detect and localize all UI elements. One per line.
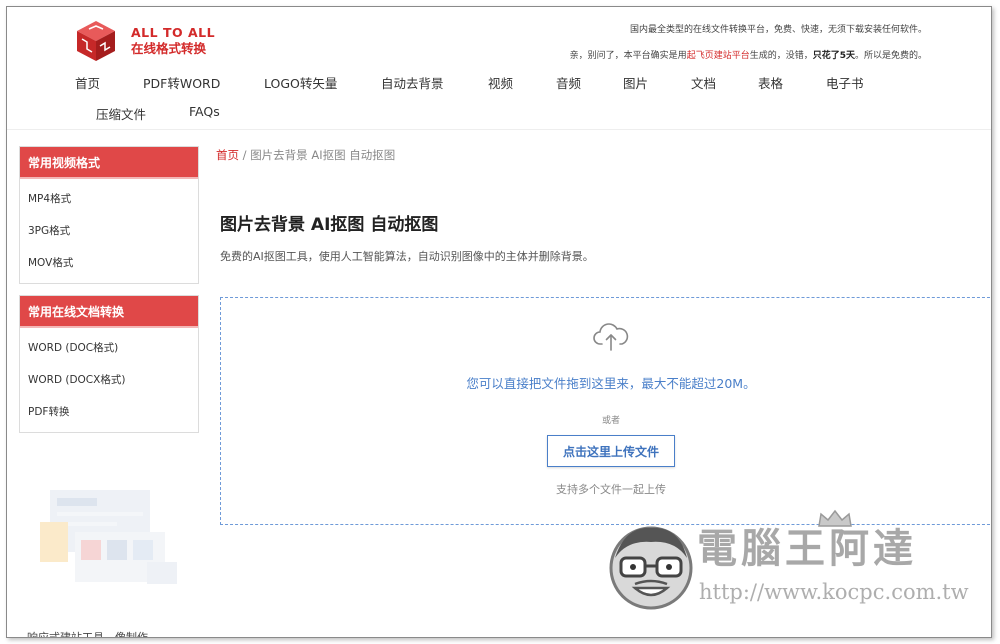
sidebar-item-mp4[interactable]: MP4格式 [20,183,198,215]
upload-file-button[interactable]: 点击这里上传文件 [547,435,675,467]
site-logo[interactable]: ALL TO ALL 在线格式转换 [75,19,215,63]
nav-item-audio[interactable]: 音频 [556,73,581,92]
notice-bold: 只花了5天 [812,51,855,61]
nav-item-logo-vector[interactable]: LOGO转矢量 [264,73,337,92]
notice-suffix: 。所以是免费的。 [854,51,927,61]
sidebar-item-mov[interactable]: MOV格式 [20,247,198,279]
logo-title: ALL TO ALL [131,25,216,40]
logo-subtitle: 在线格式转换 [131,41,207,56]
breadcrumb-current: 图片去背景 AI抠图 自动抠图 [250,148,396,162]
breadcrumb-separator: / [239,148,251,162]
watermark: 電腦王阿達 http://www.kocpc.com.tw [605,509,975,620]
sidebar-item-word-docx[interactable]: WORD (DOCX格式) [20,364,198,396]
file-drop-zone[interactable]: 您可以直接把文件拖到这里来，最大不能超过20M。 或者 点击这里上传文件 支持多… [220,297,991,525]
sidebar-video-formats: 常用视频格式 MP4格式 3PG格式 MOV格式 [19,146,199,284]
watermark-url: http://www.kocpc.com.tw [699,580,969,604]
breadcrumb-home[interactable]: 首页 [216,148,239,162]
nav-item-document[interactable]: 文档 [691,73,716,92]
nav-item-ebook[interactable]: 电子书 [826,73,864,92]
mascot-face-icon [609,526,693,610]
site-builder-promo-image[interactable] [35,482,185,592]
sidebar-doc-title: 常用在线文档转换 [20,296,198,328]
sidebar-item-word-doc[interactable]: WORD (DOC格式) [20,332,198,364]
header-notice: 国内最全类型的在线文件转换平台，免费、快速，无须下载安装任何软件。 [629,25,927,35]
page-description: 免费的AI抠图工具，使用人工智能算法，自动识别图像中的主体并删除背景。 [220,250,594,263]
sidebar-bottom-text: 响应式建站工具，像制作 [27,631,148,638]
nav-item-pdf-to-word[interactable]: PDF转WORD [143,73,220,92]
nav-item-home[interactable]: 首页 [75,73,100,92]
page-title: 图片去背景 AI抠图 自动抠图 [220,215,439,235]
watermark-title: 電腦王阿達 [697,526,917,572]
notice-middle: 生成的，没错， [749,51,813,61]
sidebar-video-title: 常用视频格式 [20,147,198,179]
browser-frame: ALL TO ALL 在线格式转换 国内最全类型的在线文件转换平台，免费、快速，… [6,6,992,638]
multi-upload-hint: 支持多个文件一起上传 [556,483,666,496]
nav-item-compressed[interactable]: 压缩文件 [96,104,146,123]
nav-item-image[interactable]: 图片 [623,73,648,92]
nav-item-faqs[interactable]: FAQs [189,104,220,119]
sidebar-item-pdf[interactable]: PDF转换 [20,396,198,428]
breadcrumb: 首页 / 图片去背景 AI抠图 自动抠图 [216,147,395,163]
nav-item-video[interactable]: 视频 [488,73,513,92]
header-notice-secondary: 亲，别问了，本平台确实是用起飞页建站平台生成的，没错，只花了5天。所以是免费的。 [570,48,927,61]
nav-item-spreadsheet[interactable]: 表格 [758,73,783,92]
cube-logo-icon [77,21,115,61]
cloud-upload-icon [593,323,629,351]
nav-item-remove-background[interactable]: 自动去背景 [381,73,444,92]
or-divider-text: 或者 [601,416,620,426]
sidebar-item-3pg[interactable]: 3PG格式 [20,215,198,247]
notice-platform-link[interactable]: 起飞页建站平台 [687,51,750,61]
sidebar-doc-conversion: 常用在线文档转换 WORD (DOC格式) WORD (DOCX格式) PDF转… [19,295,199,433]
header-divider [7,129,991,130]
drop-instructions: 您可以直接把文件拖到这里来，最大不能超过20M。 [466,376,756,391]
notice-prefix: 亲，别问了，本平台确实是用 [569,51,687,61]
